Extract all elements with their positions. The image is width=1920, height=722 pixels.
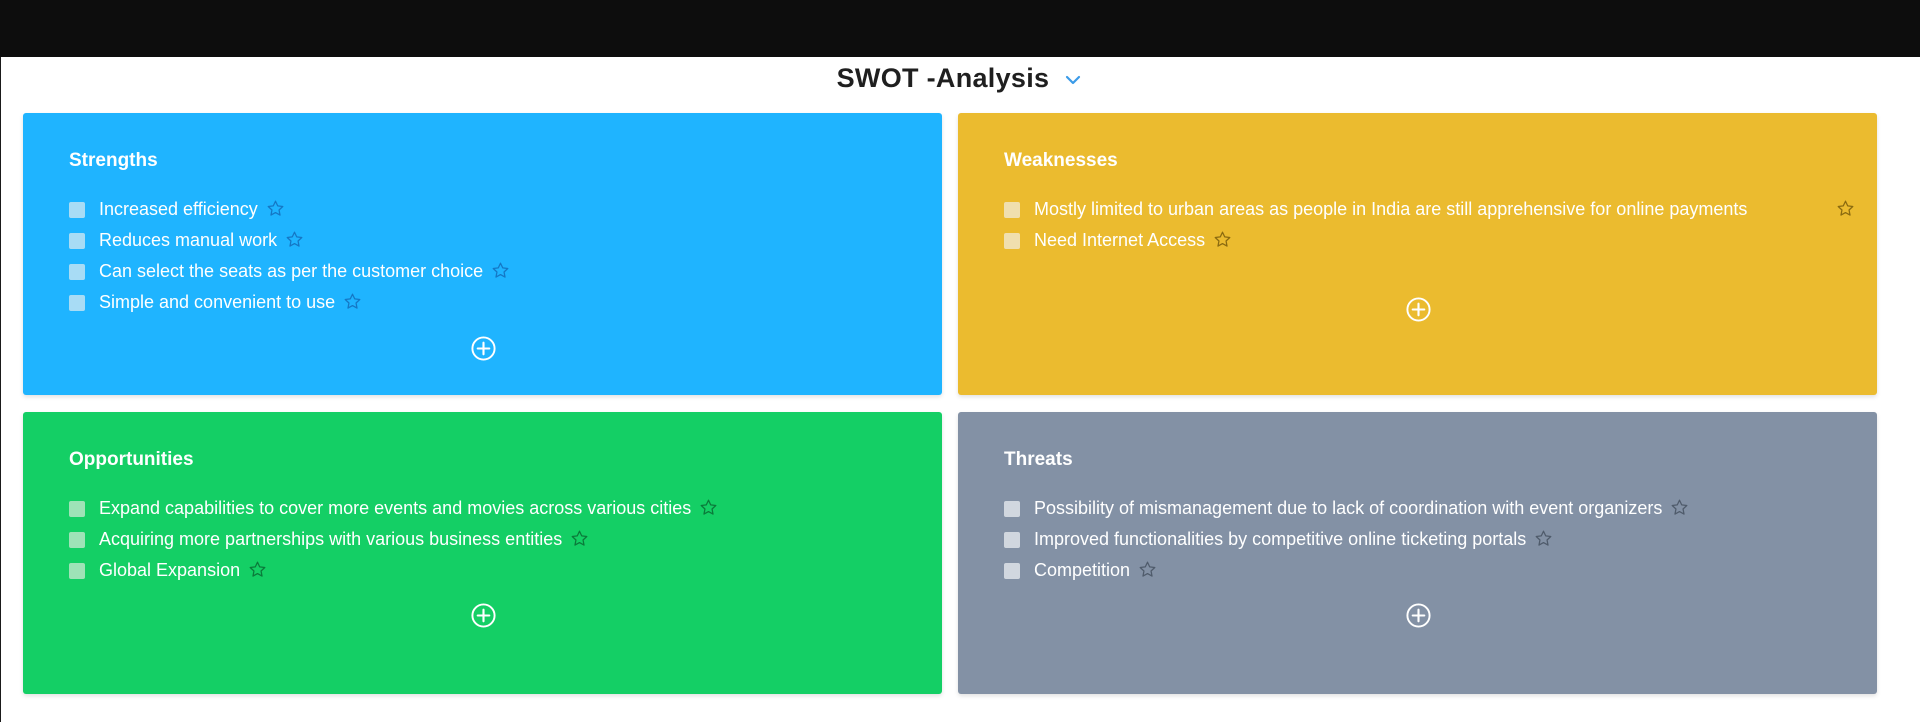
item-text: Reduces manual work	[99, 230, 278, 250]
item-text: Expand capabilities to cover more events…	[99, 498, 692, 518]
opportunities-title: Opportunities	[69, 449, 194, 470]
item-text: Increased efficiency	[99, 199, 258, 219]
list-item: Reduces manual work	[69, 229, 896, 252]
item-text: Mostly limited to urban areas as people …	[1034, 199, 1748, 219]
list-item: Can select the seats as per the customer…	[69, 260, 896, 283]
item-checkbox[interactable]	[1004, 501, 1020, 517]
item-checkbox[interactable]	[69, 233, 85, 249]
star-icon[interactable]	[248, 560, 267, 579]
opportunities-card: Opportunities Expand capabilities to cov…	[23, 412, 942, 694]
item-checkbox[interactable]	[1004, 532, 1020, 548]
threats-list: Possibility of mismanagement due to lack…	[1004, 497, 1831, 590]
weaknesses-title: Weaknesses	[1004, 150, 1118, 171]
star-icon[interactable]	[699, 498, 718, 517]
item-checkbox[interactable]	[69, 202, 85, 218]
list-item: Increased efficiency	[69, 198, 896, 221]
star-icon[interactable]	[1213, 230, 1232, 249]
item-text: Acquiring more partnerships with various…	[99, 529, 563, 549]
star-icon[interactable]	[1534, 529, 1553, 548]
page-title: SWOT -Analysis	[836, 62, 1050, 93]
header: SWOT -Analysis	[0, 58, 1920, 98]
weaknesses-card: Weaknesses Mostly limited to urban areas…	[958, 113, 1877, 395]
list-item: Need Internet Access	[1004, 229, 1831, 252]
star-icon[interactable]	[285, 230, 304, 249]
list-item: Competition	[1004, 559, 1831, 582]
weaknesses-list: Mostly limited to urban areas as people …	[1004, 198, 1854, 260]
item-text: Need Internet Access	[1034, 230, 1206, 250]
item-text: Competition	[1034, 560, 1131, 580]
left-border	[0, 57, 1, 722]
list-item: Global Expansion	[69, 559, 896, 582]
item-text: Simple and convenient to use	[99, 292, 336, 312]
add-circle-icon[interactable]	[1405, 296, 1432, 323]
add-circle-icon[interactable]	[1405, 602, 1432, 629]
item-text: Possibility of mismanagement due to lack…	[1034, 498, 1663, 518]
item-checkbox[interactable]	[69, 563, 85, 579]
star-icon[interactable]	[1138, 560, 1157, 579]
star-icon[interactable]	[570, 529, 589, 548]
item-checkbox[interactable]	[69, 501, 85, 517]
strengths-card: Strengths Increased efficiency Reduces m…	[23, 113, 942, 395]
add-circle-icon[interactable]	[470, 602, 497, 629]
opportunities-list: Expand capabilities to cover more events…	[69, 497, 896, 590]
top-bar	[0, 0, 1920, 57]
chevron-down-icon[interactable]	[1063, 70, 1083, 90]
item-checkbox[interactable]	[1004, 563, 1020, 579]
item-text: Global Expansion	[99, 560, 241, 580]
item-checkbox[interactable]	[1004, 233, 1020, 249]
list-item: Simple and convenient to use	[69, 291, 896, 314]
list-item: Expand capabilities to cover more events…	[69, 497, 896, 520]
add-circle-icon[interactable]	[470, 335, 497, 362]
list-item: Possibility of mismanagement due to lack…	[1004, 497, 1831, 520]
threats-title: Threats	[1004, 449, 1073, 470]
strengths-title: Strengths	[69, 150, 158, 171]
item-checkbox[interactable]	[69, 264, 85, 280]
star-icon[interactable]	[266, 199, 285, 218]
list-item: Improved functionalities by competitive …	[1004, 528, 1831, 551]
star-icon[interactable]	[343, 292, 362, 311]
item-checkbox[interactable]	[69, 295, 85, 311]
strengths-list: Increased efficiency Reduces manual work…	[69, 198, 896, 322]
item-text: Can select the seats as per the customer…	[99, 261, 484, 281]
list-item: Mostly limited to urban areas as people …	[1004, 198, 1854, 221]
star-icon[interactable]	[491, 261, 510, 280]
list-item: Acquiring more partnerships with various…	[69, 528, 896, 551]
star-icon[interactable]	[1836, 199, 1855, 218]
star-icon[interactable]	[1670, 498, 1689, 517]
item-text: Improved functionalities by competitive …	[1034, 529, 1527, 549]
threats-card: Threats Possibility of mismanagement due…	[958, 412, 1877, 694]
item-checkbox[interactable]	[69, 532, 85, 548]
item-checkbox[interactable]	[1004, 202, 1020, 218]
